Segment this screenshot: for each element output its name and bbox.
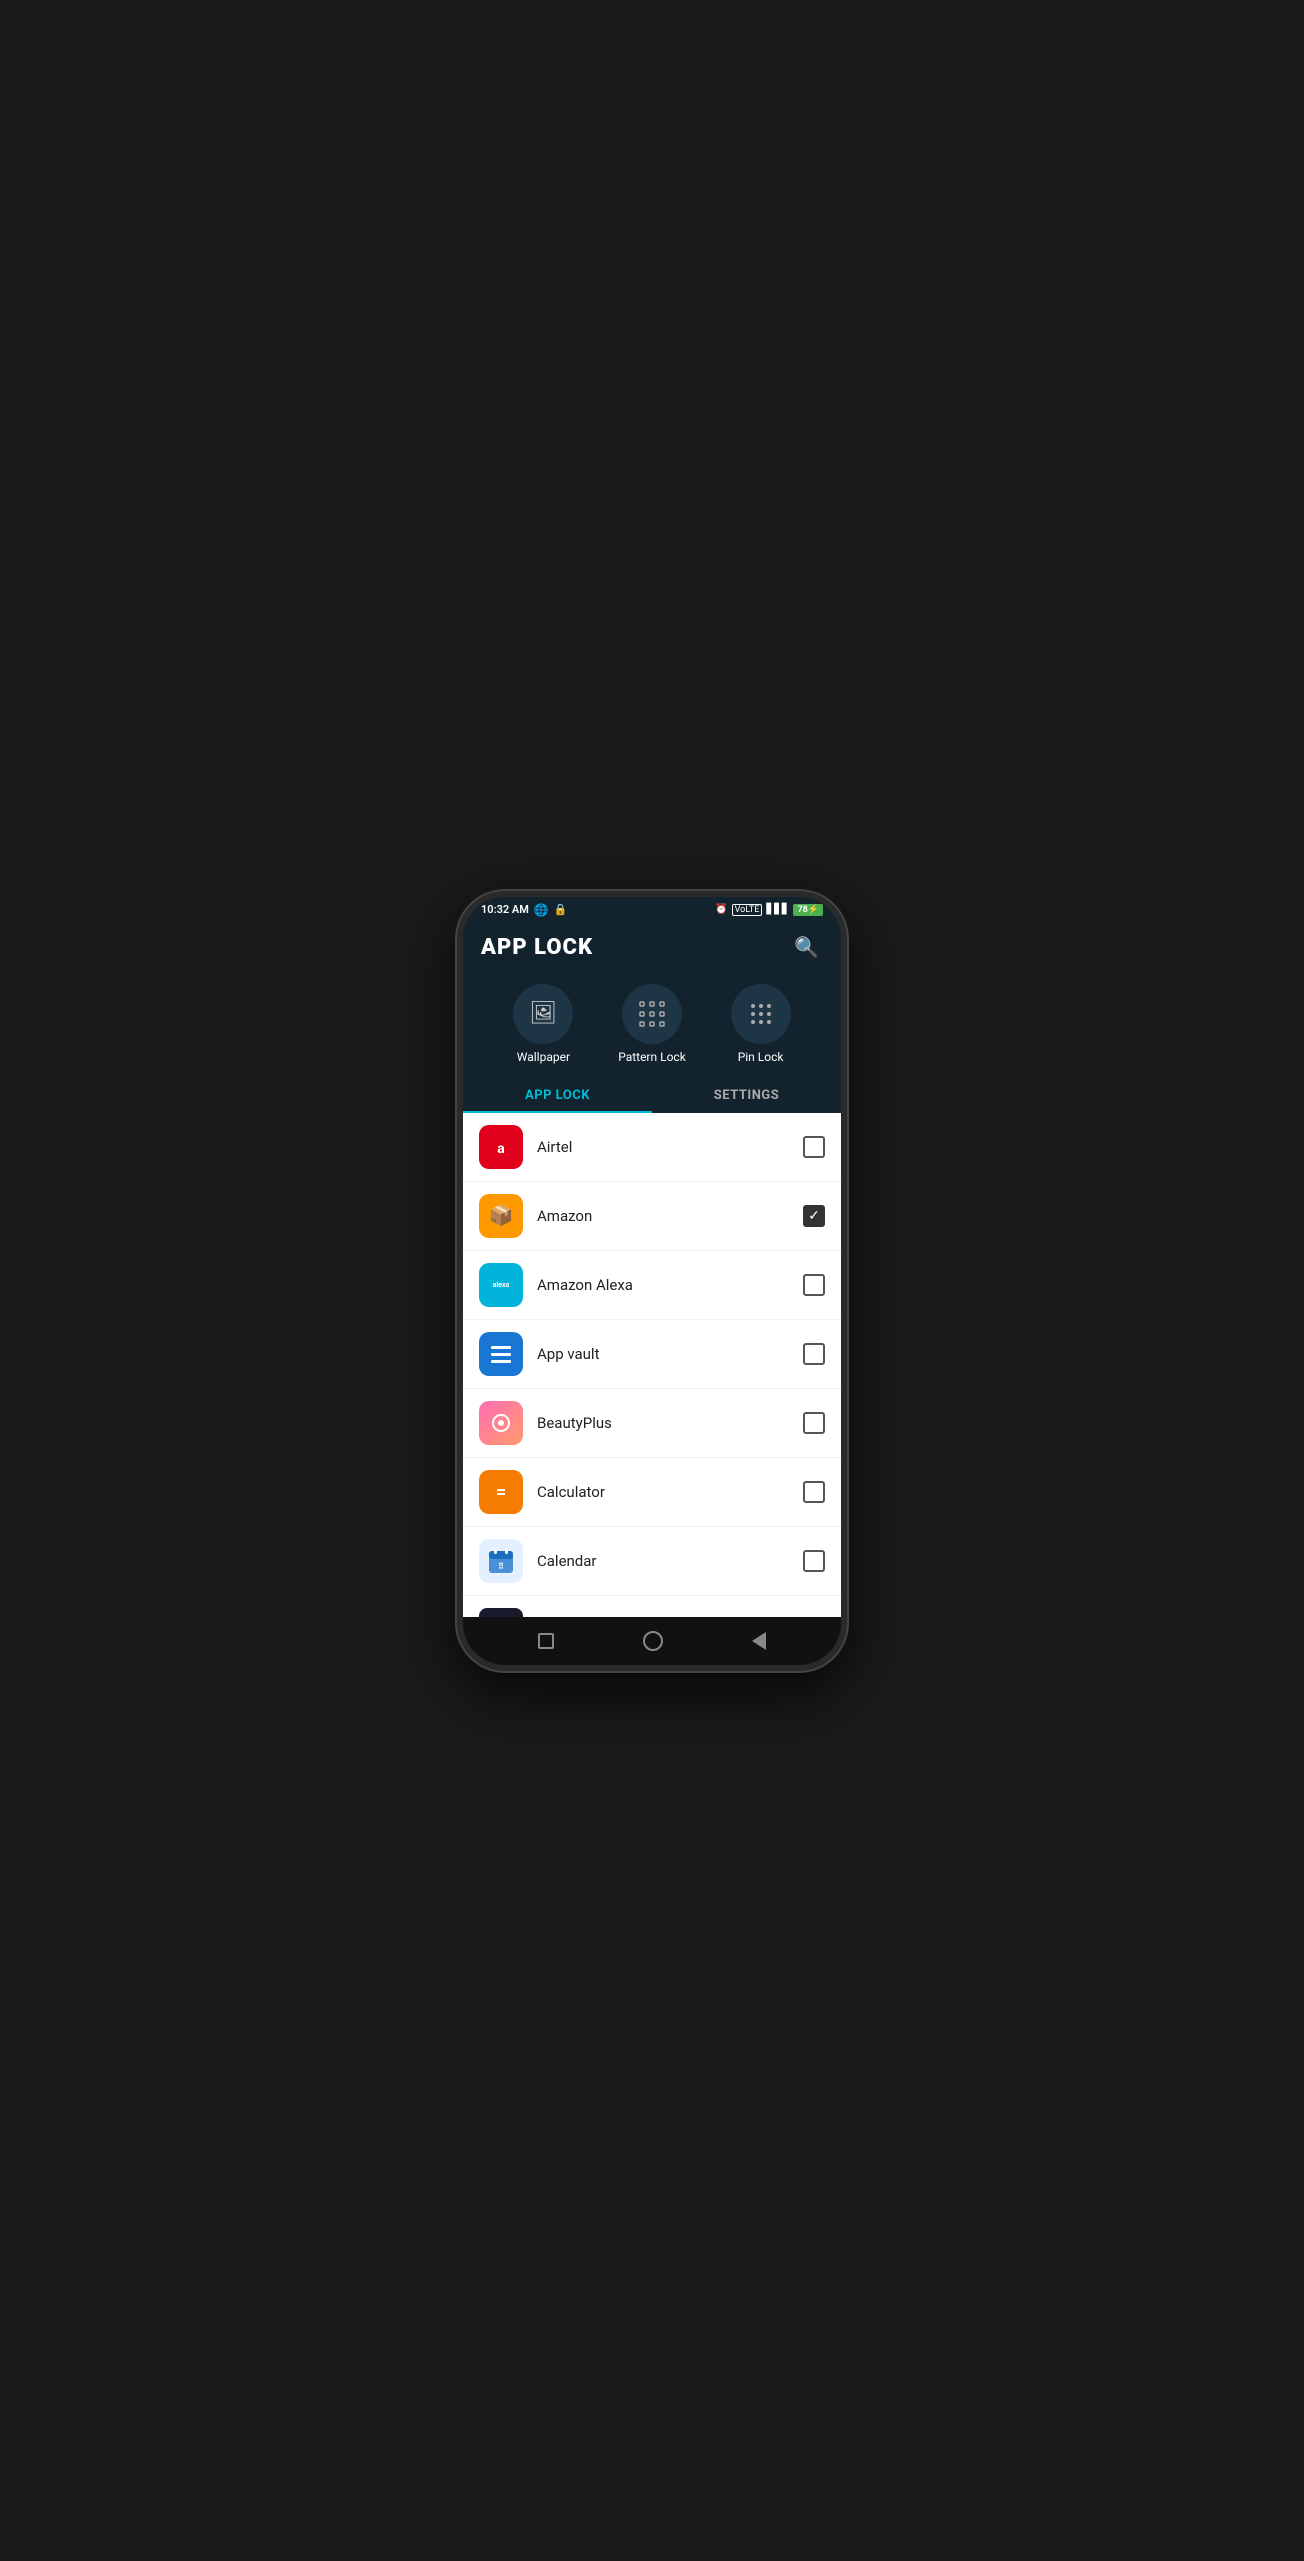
calculator-checkbox[interactable]: [803, 1481, 825, 1503]
app-list: a Airtel 📦 Amazon ✓ alexa Amazon Alexa: [463, 1113, 841, 1617]
home-button[interactable]: [635, 1627, 671, 1655]
pin-lock-button[interactable]: Pin Lock: [731, 984, 791, 1064]
calculator-icon: =: [479, 1470, 523, 1514]
list-item[interactable]: alexa Amazon Alexa: [463, 1251, 841, 1320]
pattern-lock-button[interactable]: Pattern Lock: [618, 984, 686, 1064]
time-display: 10:32 AM: [481, 903, 529, 916]
svg-text:=: =: [496, 1482, 506, 1503]
header-row: APP LOCK 🔍: [481, 931, 823, 976]
volte-icon: VoLTE: [732, 904, 763, 916]
lock-icon: 🔒: [554, 903, 568, 916]
list-item[interactable]: 📦 Amazon ✓: [463, 1182, 841, 1251]
alexa-checkbox[interactable]: [803, 1274, 825, 1296]
battery-display: 78⚡: [793, 904, 823, 916]
status-left: 10:32 AM 🌐 🔒: [481, 903, 568, 917]
bottom-nav: [463, 1617, 841, 1665]
pattern-lock-label: Pattern Lock: [618, 1050, 686, 1064]
phone-frame: 10:32 AM 🌐 🔒 ⏰ VoLTE ▋▋▋ 78⚡ APP LOCK 🔍 …: [457, 891, 847, 1671]
appvault-icon: [479, 1332, 523, 1376]
back-button[interactable]: [744, 1628, 774, 1654]
amazon-name: Amazon: [537, 1207, 803, 1225]
wallpaper-label: Wallpaper: [517, 1050, 570, 1064]
recent-apps-button[interactable]: [530, 1629, 562, 1653]
amazon-icon: 📦: [479, 1194, 523, 1238]
alexa-name: Amazon Alexa: [537, 1276, 803, 1294]
recent-apps-icon: [538, 1633, 554, 1649]
app-title: APP LOCK: [481, 935, 593, 960]
list-item[interactable]: CS CamScanner ✓: [463, 1596, 841, 1617]
list-item[interactable]: BeautyPlus: [463, 1389, 841, 1458]
app-header: APP LOCK 🔍 🖼 Wallpaper: [463, 921, 841, 1078]
airtel-name: Airtel: [537, 1138, 803, 1156]
pin-lock-icon-circle: [731, 984, 791, 1044]
alarm-icon: ⏰: [715, 904, 727, 915]
svg-text:alexa: alexa: [493, 1281, 510, 1289]
wallpaper-button[interactable]: 🖼 Wallpaper: [513, 984, 573, 1064]
home-icon: [643, 1631, 663, 1651]
status-right: ⏰ VoLTE ▋▋▋ 78⚡: [715, 904, 823, 916]
svg-text:⠿: ⠿: [498, 1562, 504, 1571]
calculator-name: Calculator: [537, 1483, 803, 1501]
airtel-icon: a: [479, 1125, 523, 1169]
features-row: 🖼 Wallpaper: [481, 976, 823, 1078]
alexa-icon: alexa: [479, 1263, 523, 1307]
list-item[interactable]: App vault: [463, 1320, 841, 1389]
calendar-icon: ⠿: [479, 1539, 523, 1583]
tab-settings[interactable]: SETTINGS: [652, 1078, 841, 1113]
status-bar: 10:32 AM 🌐 🔒 ⏰ VoLTE ▋▋▋ 78⚡: [463, 897, 841, 921]
beautyplus-checkbox[interactable]: [803, 1412, 825, 1434]
back-icon: [752, 1632, 766, 1650]
checkmark-icon: ✓: [808, 1209, 820, 1223]
camscanner-icon: CS: [479, 1608, 523, 1617]
svg-text:a: a: [497, 1141, 505, 1157]
wallpaper-icon-circle: 🖼: [513, 984, 573, 1044]
airtel-checkbox[interactable]: [803, 1136, 825, 1158]
search-button[interactable]: 🔍: [790, 931, 823, 964]
svg-text:📦: 📦: [489, 1203, 514, 1227]
list-item[interactable]: = Calculator: [463, 1458, 841, 1527]
world-icon: 🌐: [534, 903, 549, 917]
pin-lock-label: Pin Lock: [738, 1050, 784, 1064]
appvault-checkbox[interactable]: [803, 1343, 825, 1365]
signal-icon: ▋▋▋: [766, 904, 789, 915]
beautyplus-name: BeautyPlus: [537, 1414, 803, 1432]
calendar-checkbox[interactable]: [803, 1550, 825, 1572]
tab-app-lock[interactable]: APP LOCK: [463, 1078, 652, 1113]
pattern-lock-icon-circle: [622, 984, 682, 1044]
beautyplus-icon: [479, 1401, 523, 1445]
calendar-name: Calendar: [537, 1552, 803, 1570]
list-item[interactable]: a Airtel: [463, 1113, 841, 1182]
amazon-checkbox[interactable]: ✓: [803, 1205, 825, 1227]
appvault-name: App vault: [537, 1345, 803, 1363]
list-item[interactable]: ⠿ Calendar: [463, 1527, 841, 1596]
tabs-row: APP LOCK SETTINGS: [463, 1078, 841, 1113]
